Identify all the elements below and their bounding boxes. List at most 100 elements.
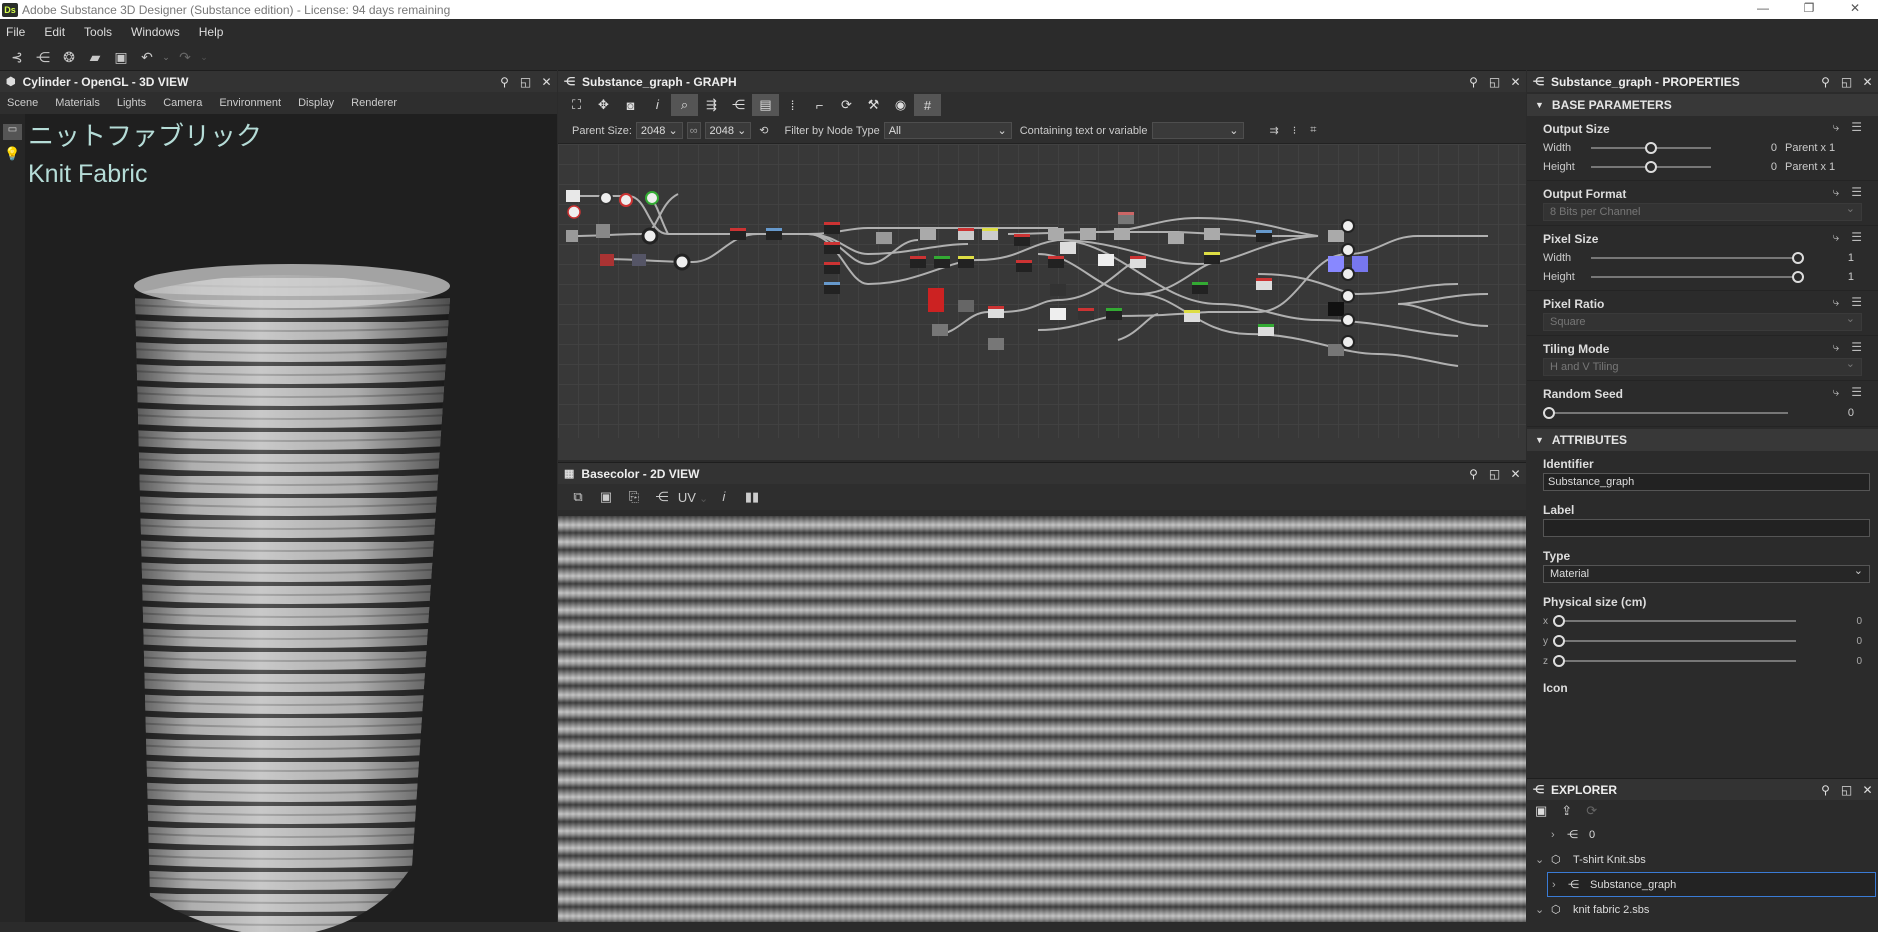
save-icon[interactable]: ▣	[108, 47, 134, 67]
expand-caret-icon[interactable]: ›	[1552, 879, 1568, 891]
inheritance-icon[interactable]: ⤷	[1833, 230, 1840, 245]
menu-tools[interactable]: Tools	[84, 25, 112, 39]
3d-menu-lights[interactable]: Lights	[117, 97, 146, 109]
inheritance-icon[interactable]: ⤷	[1833, 385, 1840, 400]
random-seed-slider[interactable]	[1543, 406, 1788, 419]
close-icon[interactable]: ✕	[1857, 75, 1878, 89]
frame-all-icon[interactable]: ⛶	[563, 94, 590, 116]
connector-icon[interactable]: ⌐	[806, 94, 833, 116]
tiling-mode-select[interactable]: H and V Tiling	[1543, 357, 1862, 376]
maximize-icon[interactable]: ◱	[1836, 75, 1857, 89]
close-icon[interactable]: ✕	[536, 75, 557, 89]
label-input[interactable]	[1543, 519, 1870, 537]
node-info-icon[interactable]: ⁝	[1293, 124, 1297, 137]
inheritance-icon[interactable]: ⤷	[1833, 295, 1840, 310]
containing-text-input[interactable]: ⌄	[1151, 122, 1244, 139]
options-icon[interactable]: ☰	[1851, 230, 1862, 245]
3d-menu-scene[interactable]: Scene	[7, 97, 38, 109]
maximize-icon[interactable]: ◱	[1484, 75, 1505, 89]
explorer-item-graph-0[interactable]: › ⋲ 0	[1527, 822, 1878, 847]
options-icon[interactable]: ☰	[1851, 385, 1862, 400]
physical-x-slider[interactable]	[1553, 615, 1796, 627]
menu-windows[interactable]: Windows	[131, 25, 180, 39]
options-icon[interactable]: ☰	[1851, 295, 1862, 310]
redo-icon[interactable]: ↷	[172, 47, 198, 67]
new-package-icon[interactable]: ❂	[56, 47, 82, 67]
close-icon[interactable]: ✕	[1505, 75, 1526, 89]
pin-icon[interactable]: ⚲	[1463, 467, 1484, 481]
close-window-button[interactable]: ✕	[1832, 0, 1878, 19]
link-icon[interactable]: ∞	[686, 122, 701, 139]
camera-icon[interactable]: ▭	[3, 124, 22, 140]
pixel-width-knob[interactable]	[1792, 251, 1804, 264]
crop-icon[interactable]: ⌗	[1310, 124, 1316, 137]
menu-file[interactable]: File	[6, 25, 25, 39]
inheritance-icon[interactable]: ⤷	[1833, 340, 1840, 355]
pixel-height-slider[interactable]	[1591, 270, 1804, 283]
expand-caret-icon[interactable]: ›	[1551, 829, 1567, 841]
output-height-slider[interactable]	[1591, 160, 1711, 173]
fit-view-icon[interactable]: ⧉	[564, 489, 592, 505]
explorer-item-substance-graph[interactable]: › ⋲ Substance_graph	[1547, 872, 1876, 897]
maximize-icon[interactable]: ◱	[1484, 467, 1505, 481]
pixel-width-slider[interactable]	[1591, 251, 1804, 264]
undo-history-icon[interactable]: ⌄	[160, 47, 172, 67]
pin-icon[interactable]: ⚲	[494, 75, 515, 89]
new-function-icon[interactable]: ⋲	[30, 47, 56, 67]
physical-y-knob[interactable]	[1553, 635, 1565, 647]
attributes-section[interactable]: ▼ ATTRIBUTES	[1527, 429, 1878, 451]
node-graph[interactable]	[558, 144, 1526, 438]
explorer-item-knit-fabric-2[interactable]: ⌄ ⬡ knit fabric 2.sbs	[1527, 897, 1878, 922]
copy-image-icon[interactable]: ⎘	[620, 489, 648, 505]
open-folder-icon[interactable]: ▰	[82, 47, 108, 67]
output-height-knob[interactable]	[1645, 160, 1657, 173]
menu-help[interactable]: Help	[199, 25, 224, 39]
physical-z-knob[interactable]	[1553, 655, 1565, 667]
restore-button[interactable]: ❐	[1786, 0, 1832, 19]
redo-history-icon[interactable]: ⌄	[198, 47, 210, 67]
graph-canvas[interactable]	[558, 144, 1526, 438]
export-icon[interactable]: ⇪	[1561, 803, 1572, 819]
physical-y-slider[interactable]	[1553, 635, 1796, 647]
options-icon[interactable]: ☰	[1851, 185, 1862, 200]
cylinder-3d-model[interactable]	[130, 256, 450, 932]
output-format-select[interactable]: 8 Bits per Channel	[1543, 202, 1862, 221]
histogram-icon[interactable]: ▮▮	[738, 489, 766, 505]
link-nodes-icon[interactable]: ⇶	[698, 94, 725, 116]
maximize-icon[interactable]: ◱	[1836, 783, 1857, 797]
basecolor-texture-preview[interactable]	[558, 516, 1526, 922]
collapse-caret-icon[interactable]: ⌄	[1535, 853, 1551, 866]
save-package-icon[interactable]: ▣	[1535, 803, 1547, 819]
reset-size-icon[interactable]: ⟲	[759, 124, 768, 137]
random-seed-knob[interactable]	[1543, 406, 1555, 419]
light-icon[interactable]: 💡	[0, 146, 25, 164]
uv-toggle[interactable]: UV ⌄	[676, 490, 710, 505]
undo-icon[interactable]: ↶	[134, 47, 160, 67]
minimize-button[interactable]: —	[1740, 0, 1786, 19]
options-icon[interactable]: ☰	[1851, 340, 1862, 355]
type-select[interactable]: Material	[1543, 564, 1870, 583]
align-icon[interactable]: ⁞	[779, 94, 806, 116]
hierarchy-icon[interactable]: ⋲	[725, 94, 752, 116]
pixel-ratio-select[interactable]: Square	[1543, 312, 1862, 331]
pin-icon[interactable]: ⚲	[1463, 75, 1484, 89]
search-icon[interactable]: ⌕	[671, 94, 698, 116]
options-icon[interactable]: ☰	[1851, 120, 1862, 135]
inheritance-icon[interactable]: ⤷	[1833, 120, 1840, 135]
new-graph-icon[interactable]: ⊰	[4, 47, 30, 67]
output-width-knob[interactable]	[1645, 141, 1657, 154]
explorer-item-tshirt-knit[interactable]: ⌄ ⬡ T-shirt Knit.sbs	[1527, 847, 1878, 872]
pixel-height-knob[interactable]	[1792, 270, 1804, 283]
3d-menu-environment[interactable]: Environment	[219, 97, 281, 109]
graph-link-icon[interactable]: ⋲	[648, 489, 676, 505]
node-type-filter-select[interactable]: All ⌄	[883, 122, 1012, 139]
pin-icon[interactable]: ⚲	[1815, 783, 1836, 797]
3d-menu-display[interactable]: Display	[298, 97, 334, 109]
parent-size-height-select[interactable]: 2048 ⌄	[704, 122, 752, 139]
parent-size-width-select[interactable]: 2048 ⌄	[635, 122, 683, 139]
refresh-icon[interactable]: ⟳	[833, 94, 860, 116]
collapse-caret-icon[interactable]: ⌄	[1535, 903, 1551, 916]
pan-icon[interactable]: ✥	[590, 94, 617, 116]
compute-icon[interactable]: ◉	[887, 94, 914, 116]
tools-icon[interactable]: ⚒	[860, 94, 887, 116]
